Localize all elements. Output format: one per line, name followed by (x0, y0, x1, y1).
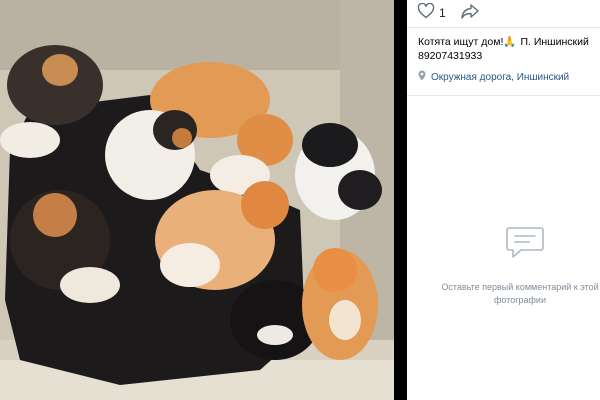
divider (407, 27, 600, 28)
post-title-line: Котята ищут дом!🙏 П. Иншинский (418, 35, 598, 49)
location-link[interactable]: Окружная дорога, Иншинский (418, 68, 569, 86)
info-panel: 1 Котята ищут дом!🙏 П. Иншинский 89207431… (407, 0, 600, 400)
kittens-photo (0, 0, 394, 400)
share-button[interactable] (460, 3, 480, 24)
post-author: П. Иншинский (520, 36, 589, 48)
share-icon (460, 3, 480, 24)
post-description: Котята ищут дом!🙏 П. Иншинский 8920743193… (418, 35, 598, 63)
location-pin-icon (418, 68, 426, 86)
like-button[interactable]: 1 (417, 2, 460, 24)
heart-icon (417, 2, 435, 24)
location-text: Окружная дорога, Иншинский (431, 71, 570, 83)
photo-viewer: 1 Котята ищут дом!🙏 П. Иншинский 89207431… (0, 0, 600, 400)
photo-area[interactable] (0, 0, 394, 400)
comments-empty-text: Оставьте первый комментарий к этой фотог… (441, 282, 599, 305)
like-count: 1 (439, 6, 446, 20)
comment-icon (505, 225, 545, 266)
post-title: Котята ищут дом!🙏 (418, 36, 517, 48)
photo-actions: 1 (417, 2, 480, 24)
divider (407, 95, 600, 96)
post-phone: 89207431933 (418, 50, 483, 62)
